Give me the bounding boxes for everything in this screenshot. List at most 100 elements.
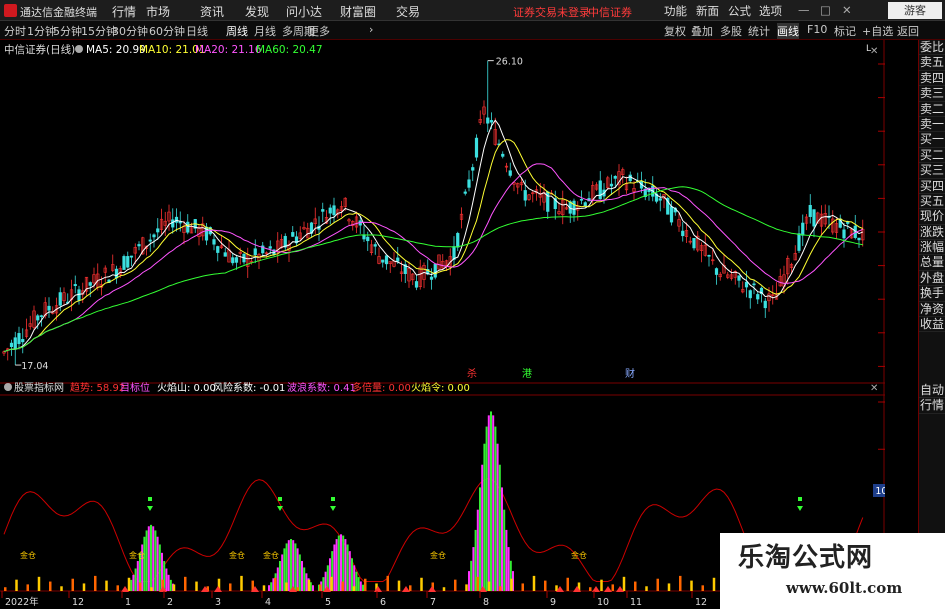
login-notice[interactable]: 证券交易未登录 (513, 4, 590, 20)
flame-bar (420, 577, 423, 591)
menu-item[interactable]: 交易 (396, 3, 420, 20)
indicator-value: 多倍量: 0.00 (352, 381, 411, 394)
quote-field-label[interactable]: 卖五 (919, 55, 945, 71)
tool-overlay[interactable]: 叠加 (691, 23, 713, 39)
quote-field-label[interactable]: 买三 (919, 163, 945, 179)
histogram-bar (487, 415, 490, 591)
flame-bar (611, 584, 614, 591)
buy-signal-icon (798, 497, 802, 501)
tool-back[interactable]: 返回 (897, 23, 919, 39)
histogram-bar (357, 577, 360, 591)
quote-field-label[interactable]: 买四 (919, 179, 945, 194)
tool-mark[interactable]: 标记 (834, 23, 856, 39)
menu-item[interactable]: 问小达 (286, 3, 322, 20)
quote-field-label[interactable]: 行情 (919, 398, 945, 414)
minimize-icon[interactable]: — (798, 3, 810, 17)
quote-field-label[interactable]: 涨幅 (919, 240, 945, 256)
corner-label: L (866, 44, 871, 54)
candle-body (21, 339, 25, 343)
histogram-bar (485, 426, 488, 591)
candle-body (737, 275, 741, 281)
quote-field-label[interactable]: 现价 (919, 209, 945, 225)
signal-arrow (428, 586, 436, 592)
watermark-url: www.60lt.com (786, 579, 903, 597)
quote-field-label[interactable]: 买一 (919, 132, 945, 148)
candle-body (137, 244, 141, 247)
histogram-bar (355, 571, 358, 591)
quote-field-label[interactable]: 买五 (919, 194, 945, 210)
tab-period[interactable]: 月线 (254, 23, 276, 39)
signal-arrow (402, 586, 410, 592)
close-icon[interactable]: ✕ (842, 3, 852, 17)
menu-item[interactable]: 资讯 (200, 3, 224, 20)
top-menu-item[interactable]: 选项 (759, 3, 782, 19)
candle-body (609, 183, 614, 187)
quote-field-label[interactable]: 卖四 (919, 71, 945, 87)
quote-field-label[interactable]: 总量 (919, 255, 945, 271)
maximize-icon[interactable]: □ (820, 3, 831, 17)
flame-bar (521, 583, 524, 591)
flame-bar (240, 575, 243, 591)
flame-bar (476, 576, 479, 591)
histogram-bar (296, 548, 299, 591)
quote-field-label[interactable]: 自动 (919, 383, 945, 399)
tab-period[interactable]: 分时 (4, 23, 26, 39)
candle-body (489, 120, 494, 123)
flame-bar (487, 581, 491, 591)
tool-fuquan[interactable]: 复权 (664, 23, 686, 39)
tab-period[interactable]: 日线 (186, 23, 208, 39)
quote-field-label[interactable]: 收益 (919, 317, 945, 333)
x-axis-label: 7 (430, 597, 436, 608)
quote-field-label[interactable]: 卖二 (919, 102, 945, 117)
x-axis-label: 3 (215, 597, 221, 608)
tab-period[interactable]: 60分钟 (149, 23, 185, 39)
guest-button[interactable]: 游客 (888, 2, 942, 19)
quote-field-label[interactable]: 买二 (919, 148, 945, 164)
histogram-bump (318, 534, 364, 591)
x-axis-label: 10 (597, 597, 609, 608)
signal-arrow (214, 586, 222, 592)
tab-period[interactable]: 5分钟 (53, 23, 82, 39)
candle-body (384, 255, 389, 265)
menu-item[interactable]: 市场 (146, 3, 170, 20)
tool-stats[interactable]: 统计 (748, 23, 770, 39)
menu-item[interactable]: 财富圈 (340, 3, 376, 20)
quote-field-label[interactable]: 委比 (919, 40, 945, 56)
x-axis-label: 4 (265, 597, 271, 608)
flame-bar (274, 577, 277, 591)
tool-draw[interactable]: 画线 (777, 23, 799, 39)
quote-field-label[interactable]: 涨跌 (919, 225, 945, 241)
tab-period-selected[interactable]: 周线 (226, 23, 248, 39)
quote-field-label[interactable]: 卖一 (919, 117, 945, 133)
quote-field-label[interactable]: 卖三 (919, 86, 945, 102)
tool-add-watch[interactable]: +自选 (862, 23, 893, 39)
histogram-bar (362, 584, 364, 591)
candle-body (474, 137, 479, 158)
broker-notice[interactable]: 中信证券 (588, 4, 632, 20)
menu-item[interactable]: 发现 (245, 3, 269, 20)
histogram-bar (130, 579, 133, 591)
histogram-bar (154, 530, 157, 591)
candle-body (156, 228, 160, 233)
tool-f10[interactable]: F10 (807, 23, 827, 36)
tab-period[interactable]: 更多 (308, 23, 330, 39)
histogram-bar (496, 443, 499, 591)
buy-signal-icon (148, 497, 152, 501)
top-menu-item[interactable]: 新面 (696, 3, 719, 19)
tab-period[interactable]: 1分钟 (27, 23, 56, 39)
quote-field-label[interactable]: 净资 (919, 302, 945, 318)
candle-body (9, 342, 14, 347)
stock-chart[interactable]: 中信证券(日线) MA5: 20.99MA10: 21.01MA20: 21.16… (0, 40, 885, 609)
quote-field-label[interactable]: 外盘 (919, 271, 945, 287)
flame-bar (319, 584, 322, 591)
histogram-bar (276, 567, 279, 591)
quote-field-label[interactable]: 换手 (919, 286, 945, 302)
top-menu-item[interactable]: 公式 (728, 3, 751, 19)
tool-multi[interactable]: 多股 (720, 23, 742, 39)
menu-item[interactable]: 行情 (112, 3, 136, 20)
top-menu-item[interactable]: 功能 (664, 3, 687, 19)
histogram-bar (301, 561, 303, 591)
more-chevron-icon[interactable]: › (369, 23, 373, 36)
buy-signal-arrow (330, 506, 336, 511)
tab-period[interactable]: 30分钟 (112, 23, 148, 39)
